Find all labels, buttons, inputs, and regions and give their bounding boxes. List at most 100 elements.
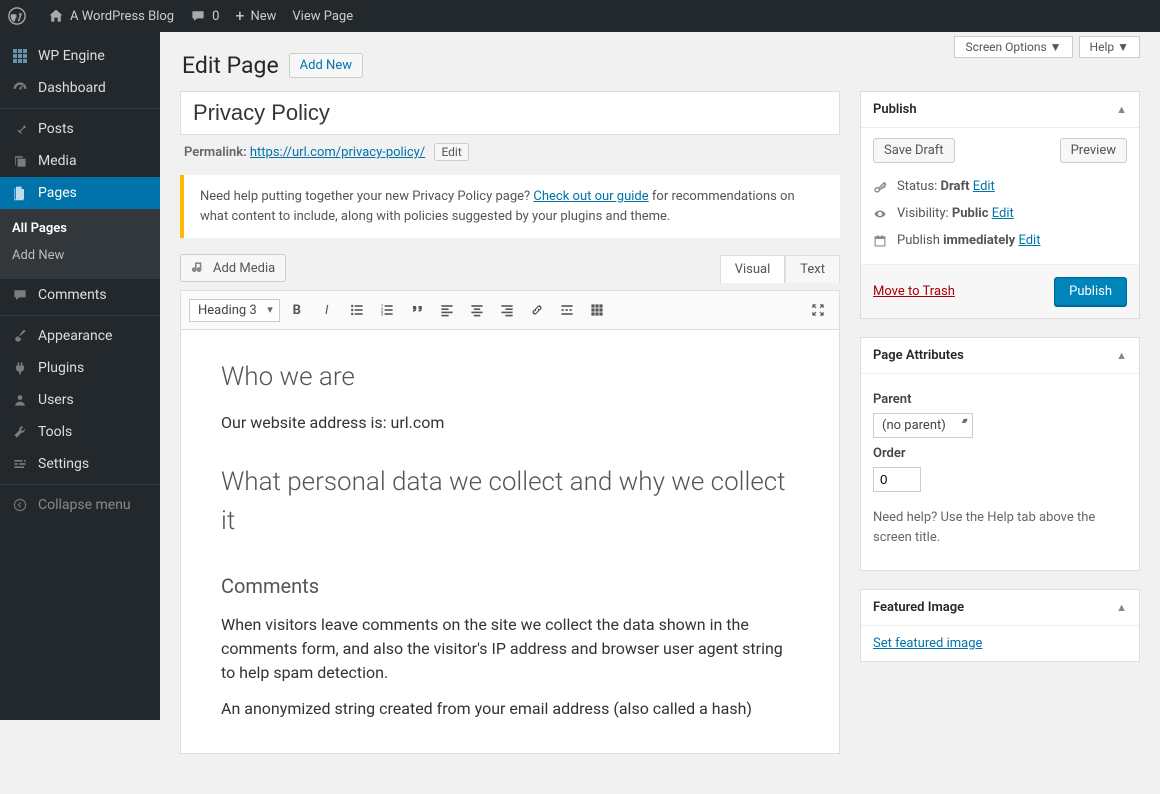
menu-label: Users xyxy=(38,392,74,408)
toggle-box-icon[interactable]: ▲ xyxy=(1116,349,1127,362)
menu-tools[interactable]: Tools xyxy=(0,416,160,448)
menu-plugins[interactable]: Plugins xyxy=(0,352,160,384)
plug-icon xyxy=(10,360,30,376)
page-attributes-box: Page Attributes ▲ Parent (no parent) Ord… xyxy=(860,337,1140,571)
permalink-edit-button[interactable]: Edit xyxy=(434,143,468,161)
content-p-comments-1: When visitors leave comments on the site… xyxy=(221,613,799,685)
wpengine-icon xyxy=(10,48,30,64)
key-icon xyxy=(873,180,889,194)
bullet-list-button[interactable] xyxy=(344,297,370,323)
permalink-label: Permalink: xyxy=(184,145,247,160)
submenu-add-new[interactable]: Add New xyxy=(0,242,160,269)
parent-select[interactable]: (no parent) xyxy=(873,413,973,438)
pin-icon xyxy=(10,121,30,137)
bold-button[interactable]: B xyxy=(284,297,310,323)
schedule-row: Publish immediately Edit xyxy=(873,227,1127,254)
menu-separator xyxy=(0,484,160,485)
page-title: Edit Page xyxy=(182,52,279,79)
menu-users[interactable]: Users xyxy=(0,384,160,416)
link-button[interactable] xyxy=(524,297,550,323)
align-right-button[interactable] xyxy=(494,297,520,323)
content-h2-who-we-are: Who we are xyxy=(221,358,799,397)
submenu-all-pages[interactable]: All Pages xyxy=(0,215,160,242)
media-icon xyxy=(10,153,30,169)
toggle-box-icon[interactable]: ▲ xyxy=(1116,601,1127,614)
dashboard-icon xyxy=(10,80,30,96)
menu-collapse[interactable]: Collapse menu xyxy=(0,489,160,521)
content-p-comments-2: An anonymized string created from your e… xyxy=(221,697,799,721)
publish-button[interactable]: Publish xyxy=(1054,277,1127,306)
visibility-edit-link[interactable]: Edit xyxy=(992,206,1014,221)
menu-wpengine[interactable]: WP Engine xyxy=(0,40,160,72)
content-h3-comments: Comments xyxy=(221,571,799,601)
menu-comments[interactable]: Comments xyxy=(0,279,160,311)
wp-logo[interactable] xyxy=(0,0,40,32)
brush-icon xyxy=(10,328,30,344)
add-new-button[interactable]: Add New xyxy=(289,53,363,78)
add-media-button[interactable]: Add Media xyxy=(180,254,286,282)
chevron-down-icon: ▼ xyxy=(1050,40,1062,54)
view-page-link[interactable]: View Page xyxy=(284,0,361,32)
site-name-text: A WordPress Blog xyxy=(70,9,174,24)
comment-icon xyxy=(10,287,30,303)
publish-box: Publish ▲ Save Draft Preview Status: Dra… xyxy=(860,91,1140,319)
editor-body[interactable]: Who we are Our website address is: url.c… xyxy=(181,330,839,753)
menu-label: Tools xyxy=(38,424,72,440)
post-title-input[interactable] xyxy=(180,91,840,135)
numbered-list-button[interactable]: 123 xyxy=(374,297,400,323)
status-row: Status: Draft Edit xyxy=(873,173,1127,200)
page-attributes-heading: Page Attributes xyxy=(873,348,964,363)
new-content-link[interactable]: + New xyxy=(227,0,284,32)
block-format-select[interactable]: Heading 3 xyxy=(189,299,280,322)
menu-appearance[interactable]: Appearance xyxy=(0,320,160,352)
admin-sidebar: WP Engine Dashboard Posts Media Pages Al… xyxy=(0,32,160,720)
menu-label: Posts xyxy=(38,121,74,137)
screen-options-toggle[interactable]: Screen Options ▼ xyxy=(954,36,1072,58)
blockquote-button[interactable] xyxy=(404,297,430,323)
plus-icon: + xyxy=(235,8,244,24)
settings-icon xyxy=(10,456,30,472)
toolbar-toggle-button[interactable] xyxy=(584,297,610,323)
toggle-box-icon[interactable]: ▲ xyxy=(1116,103,1127,116)
read-more-button[interactable] xyxy=(554,297,580,323)
order-input[interactable] xyxy=(873,467,921,492)
align-center-button[interactable] xyxy=(464,297,490,323)
align-left-button[interactable] xyxy=(434,297,460,323)
chevron-down-icon: ▼ xyxy=(1117,40,1129,54)
content-h2-personal-data: What personal data we collect and why we… xyxy=(221,463,799,541)
menu-media[interactable]: Media xyxy=(0,145,160,177)
fullscreen-button[interactable] xyxy=(805,297,831,323)
italic-button[interactable]: I xyxy=(314,297,340,323)
menu-separator xyxy=(0,108,160,109)
site-name-link[interactable]: A WordPress Blog xyxy=(40,0,182,32)
editor: Heading 3 B I 123 Who we are xyxy=(180,290,840,754)
comments-link[interactable]: 0 xyxy=(182,0,227,32)
calendar-icon xyxy=(873,234,889,248)
publish-heading: Publish xyxy=(873,102,917,117)
permalink-url[interactable]: https://url.com/privacy-policy/ xyxy=(250,145,425,160)
editor-tabs: Visual Text xyxy=(720,255,840,283)
tab-visual[interactable]: Visual xyxy=(720,255,786,283)
menu-label: Collapse menu xyxy=(38,497,131,513)
main-content: Screen Options ▼ Help ▼ Edit Page Add Ne… xyxy=(160,32,1160,794)
parent-label: Parent xyxy=(873,392,1127,407)
menu-dashboard[interactable]: Dashboard xyxy=(0,72,160,104)
move-to-trash-link[interactable]: Move to Trash xyxy=(873,284,955,299)
notice-guide-link[interactable]: Check out our guide xyxy=(533,189,648,204)
menu-label: Media xyxy=(38,153,77,169)
menu-label: Settings xyxy=(38,456,89,472)
menu-posts[interactable]: Posts xyxy=(0,113,160,145)
menu-label: Plugins xyxy=(38,360,84,376)
preview-button[interactable]: Preview xyxy=(1060,138,1127,163)
submenu-pages: All Pages Add New xyxy=(0,209,160,279)
menu-settings[interactable]: Settings xyxy=(0,448,160,480)
menu-pages[interactable]: Pages xyxy=(0,177,160,209)
editor-toolbar: Heading 3 B I 123 xyxy=(181,291,839,330)
save-draft-button[interactable]: Save Draft xyxy=(873,138,955,163)
set-featured-image-link[interactable]: Set featured image xyxy=(873,636,982,651)
help-toggle[interactable]: Help ▼ xyxy=(1079,36,1140,58)
status-edit-link[interactable]: Edit xyxy=(973,179,995,194)
schedule-edit-link[interactable]: Edit xyxy=(1018,233,1040,248)
menu-label: Comments xyxy=(38,287,107,303)
tab-text[interactable]: Text xyxy=(785,255,840,283)
